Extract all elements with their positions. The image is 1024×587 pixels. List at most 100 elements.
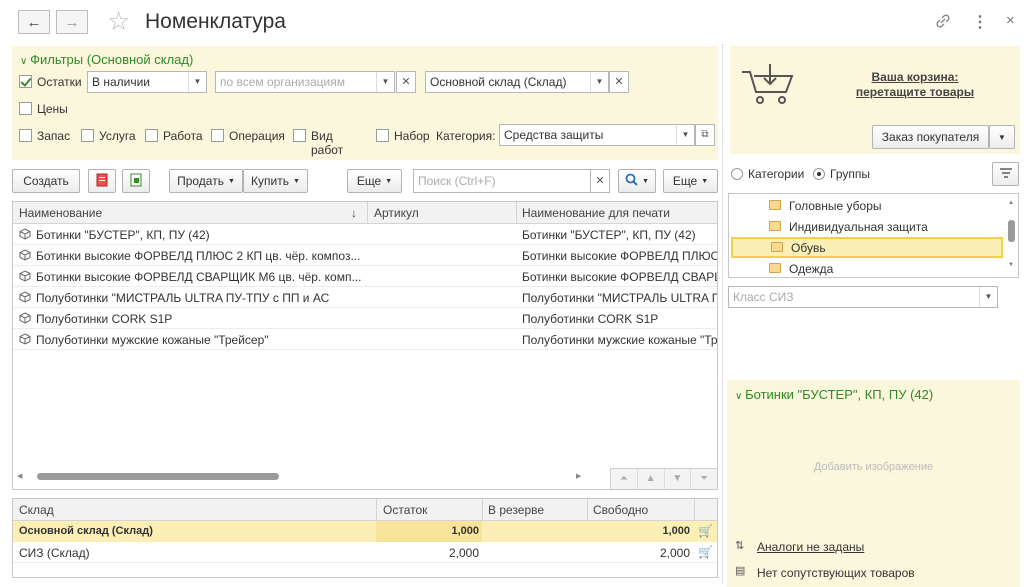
cell-name: Полуботинки CORK S1P bbox=[36, 312, 173, 326]
search-clear-button[interactable]: ✕ bbox=[590, 169, 610, 193]
dropdown-arrow-icon: ▼ bbox=[293, 177, 300, 185]
type-usluga-checkbox[interactable] bbox=[81, 129, 94, 142]
ostatki-label: Остатки bbox=[37, 75, 82, 89]
scroll-left-icon[interactable]: ◀ bbox=[17, 472, 22, 480]
category-open-button[interactable]: ⧉ bbox=[695, 124, 715, 146]
move-down-icon[interactable]: ▼ bbox=[665, 469, 692, 489]
table-row[interactable]: Полуботинки мужские кожаные "Трейсер" Пол… bbox=[13, 329, 717, 350]
cell-print-name: Ботинки "БУСТЕР", КП, ПУ (42) bbox=[522, 228, 696, 242]
organization-select[interactable]: по всем организациям ▼ bbox=[215, 71, 395, 93]
sell-button[interactable]: Продать ▼ bbox=[169, 169, 243, 193]
cart-panel: Ваша корзина: перетащите товары Заказ по… bbox=[730, 46, 1020, 154]
search-button[interactable]: ▼ bbox=[618, 169, 656, 193]
add-image-placeholder[interactable]: Добавить изображение bbox=[727, 461, 1020, 473]
cart-icon[interactable]: 🛒 bbox=[698, 524, 713, 538]
details-title[interactable]: ∨ Ботинки "БУСТЕР", КП, ПУ (42) bbox=[735, 387, 933, 402]
forward-button[interactable]: → bbox=[56, 10, 88, 34]
type-rabota-label: Работа bbox=[163, 129, 203, 143]
close-icon[interactable]: × bbox=[1006, 12, 1015, 29]
search-input[interactable]: Поиск (Ctrl+F) bbox=[413, 169, 591, 193]
customer-order-button[interactable]: Заказ покупателя bbox=[872, 125, 989, 149]
folder-icon bbox=[769, 221, 781, 231]
column-header-warehouse[interactable]: Склад bbox=[19, 503, 54, 517]
folder-icon bbox=[769, 200, 781, 210]
ostatki-checkbox[interactable] bbox=[19, 75, 32, 88]
document-red-icon bbox=[95, 173, 109, 190]
cell-print-name: Полуботинки мужские кожаные "Тре bbox=[522, 333, 717, 347]
order-dropdown-button[interactable]: ▼ bbox=[989, 125, 1015, 149]
folder-icon bbox=[771, 242, 783, 252]
type-operaciya-label: Операция bbox=[229, 129, 285, 143]
horizontal-scrollbar[interactable] bbox=[37, 473, 279, 480]
excel-button[interactable] bbox=[122, 169, 150, 193]
chevron-down-icon: ∨ bbox=[735, 391, 746, 402]
stock-row[interactable]: СИЗ (Склад) 2,000 2,000 🛒 bbox=[13, 542, 717, 563]
move-up-icon[interactable]: ▲ bbox=[638, 469, 665, 489]
tree-item-selected[interactable]: Обувь bbox=[731, 237, 1003, 258]
move-top-icon[interactable]: ⏶ bbox=[611, 469, 638, 489]
table-row[interactable]: Ботинки высокие ФОРВЕЛД СВАРЩИК М6 цв. ч… bbox=[13, 266, 717, 287]
scroll-down-icon[interactable]: ▼ bbox=[1008, 262, 1014, 268]
table-row[interactable]: Полуботинки CORK S1P Полуботинки CORK S1P bbox=[13, 308, 717, 329]
dropdown-arrow-icon: ▼ bbox=[385, 177, 393, 185]
dropdown-arrow-icon: ▼ bbox=[590, 72, 608, 92]
type-zapas-checkbox[interactable] bbox=[19, 129, 32, 142]
radio-categories[interactable] bbox=[731, 168, 743, 180]
more-button[interactable]: Еще ▼ bbox=[347, 169, 402, 193]
column-header-name[interactable]: Наименование bbox=[19, 206, 102, 220]
copy-button[interactable] bbox=[88, 169, 116, 193]
tree-item[interactable]: Индивидуальная защита bbox=[729, 216, 1005, 237]
panel-divider bbox=[722, 44, 723, 584]
table-header: Наименование ↓ Артикул Наименование для … bbox=[13, 202, 717, 224]
type-vid-rabot-checkbox[interactable] bbox=[293, 129, 306, 142]
back-button[interactable]: ← bbox=[18, 10, 50, 34]
table-row[interactable]: Ботинки высокие ФОРВЕЛД ПЛЮС 2 КП цв. чё… bbox=[13, 245, 717, 266]
warehouse-select[interactable]: Основной склад (Склад) ▼ bbox=[425, 71, 609, 93]
more-menu-icon[interactable]: ⋮ bbox=[972, 12, 988, 32]
tree-item[interactable]: Головные уборы bbox=[729, 195, 1005, 216]
organization-clear-button[interactable]: ✕ bbox=[396, 71, 416, 93]
prices-checkbox[interactable] bbox=[19, 102, 32, 115]
dropdown-arrow-icon: ▼ bbox=[979, 287, 997, 307]
cell-name: Ботинки высокие ФОРВЕЛД СВАРЩИК М6 цв. ч… bbox=[36, 270, 362, 284]
page-title: Номенклатура bbox=[145, 10, 286, 33]
buy-button[interactable]: Купить ▼ bbox=[243, 169, 308, 193]
set-checkbox[interactable] bbox=[376, 129, 389, 142]
cell-name: Полуботинки мужские кожаные "Трейсер" bbox=[36, 333, 269, 347]
table-row[interactable]: Ботинки "БУСТЕР", КП, ПУ (42) Ботинки "БУ… bbox=[13, 224, 717, 245]
column-header-free[interactable]: Свободно bbox=[593, 503, 648, 517]
column-header-article[interactable]: Артикул bbox=[374, 206, 419, 220]
type-rabota-checkbox[interactable] bbox=[145, 129, 158, 142]
class-siz-select[interactable]: Класс СИЗ ▼ bbox=[728, 286, 998, 308]
favorite-star-icon[interactable]: ☆ bbox=[107, 6, 130, 36]
scroll-right-icon[interactable]: ▶ bbox=[576, 472, 581, 480]
column-header-reserve[interactable]: В резерве bbox=[488, 503, 544, 517]
warehouse-clear-button[interactable]: ✕ bbox=[609, 71, 629, 93]
column-header-print-name[interactable]: Наименование для печати bbox=[522, 206, 670, 220]
ostatki-select[interactable]: В наличии ▼ bbox=[87, 71, 207, 93]
cell-print-name: Ботинки высокие ФОРВЕЛД СВАРЩ bbox=[522, 270, 717, 284]
stock-row-selected[interactable]: Основной склад (Склад) 1,000 1,000 🛒 bbox=[13, 521, 717, 542]
type-operaciya-checkbox[interactable] bbox=[211, 129, 224, 142]
column-header-remain[interactable]: Остаток bbox=[383, 503, 427, 517]
list-view-button[interactable] bbox=[992, 162, 1019, 186]
list-menu-icon bbox=[999, 167, 1013, 181]
related-icon: ▤ bbox=[735, 565, 746, 577]
more-button-2[interactable]: Еще ▼ bbox=[663, 169, 718, 193]
tree-scrollbar[interactable] bbox=[1008, 220, 1015, 242]
cart-icon[interactable]: 🛒 bbox=[698, 545, 713, 559]
item-box-icon bbox=[19, 333, 31, 345]
cell-name: Полуботинки "МИСТРАЛЬ ULTRA ПУ-ТПУ с ПП … bbox=[36, 291, 330, 305]
create-button[interactable]: Создать bbox=[12, 169, 80, 193]
tree-item[interactable]: Одежда bbox=[729, 258, 1005, 277]
table-row[interactable]: Полуботинки "МИСТРАЛЬ ULTRA ПУ-ТПУ с ПП … bbox=[13, 287, 717, 308]
move-bottom-icon[interactable]: ⏷ bbox=[691, 469, 717, 489]
filters-title[interactable]: ∨ Фильтры (Основной склад) bbox=[20, 52, 193, 67]
scroll-up-icon[interactable]: ▲ bbox=[1008, 200, 1014, 206]
cell-print-name: Полуботинки "МИСТРАЛЬ ULTRA ПУ bbox=[522, 291, 717, 305]
link-icon[interactable] bbox=[934, 12, 952, 35]
radio-groups[interactable] bbox=[813, 168, 825, 180]
category-select[interactable]: Средства защиты ▼ bbox=[499, 124, 695, 146]
analogs-link[interactable]: Аналоги не заданы bbox=[757, 540, 864, 554]
cell-print-name: Полуботинки CORK S1P bbox=[522, 312, 659, 326]
